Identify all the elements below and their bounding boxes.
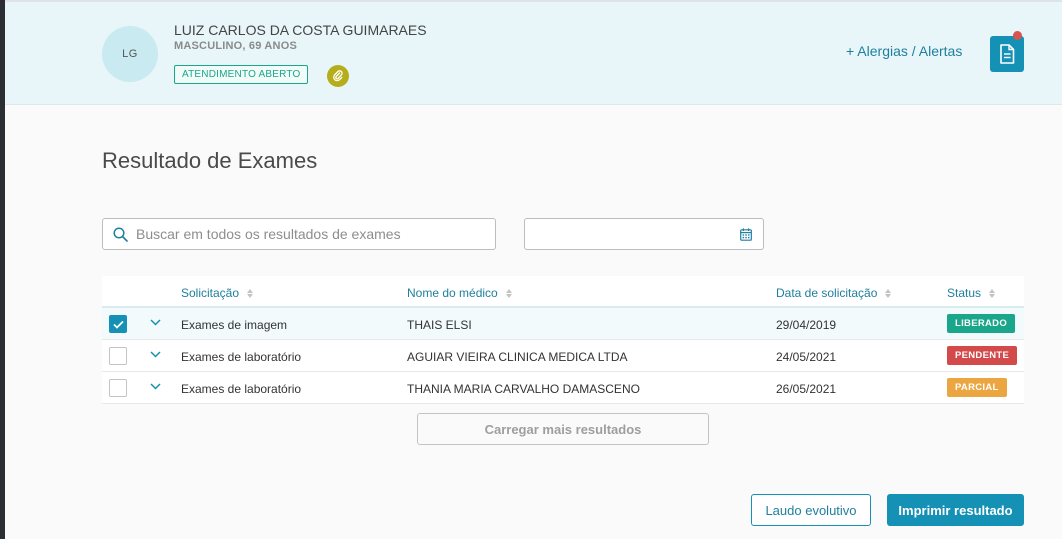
results-table: Solicitação Nome do médico Data de solic… (102, 276, 1024, 404)
status-badge-parcial: PARCIAL (947, 378, 1007, 397)
patient-info: MASCULINO, 69 ANOS (174, 40, 297, 52)
table-row[interactable]: Exames de imagem THAIS ELSI 29/04/2019 L… (102, 308, 1024, 340)
column-label: Data de solicitação (776, 286, 878, 300)
cell-data: 29/04/2019 (776, 318, 837, 332)
column-solicitacao[interactable]: Solicitação (181, 286, 254, 300)
chevron-down-icon[interactable] (150, 351, 161, 358)
cell-solicitacao: Exames de laboratório (181, 382, 302, 396)
status-badge-pendente: PENDENTE (947, 346, 1018, 365)
column-label: Nome do médico (407, 286, 498, 300)
search-icon (113, 226, 128, 242)
column-status[interactable]: Status (947, 286, 996, 300)
sort-icon (989, 288, 996, 298)
cell-medico: THAIS ELSI (407, 318, 472, 332)
document-button[interactable] (990, 36, 1024, 72)
allergies-alerts-link[interactable]: + Alergias / Alertas (846, 43, 962, 59)
search-box[interactable] (102, 218, 496, 250)
table-header: Solicitação Nome do médico Data de solic… (102, 276, 1024, 308)
column-medico[interactable]: Nome do médico (407, 286, 512, 300)
row-checkbox[interactable] (109, 379, 127, 397)
cell-medico: THANIA MARIA CARVALHO DAMASCENO (407, 382, 640, 396)
patient-header: LG LUIZ CARLOS DA COSTA GUIMARAES MASCUL… (5, 2, 1062, 105)
patient-name: LUIZ CARLOS DA COSTA GUIMARAES (174, 22, 427, 38)
checkmark-icon (112, 320, 124, 329)
date-filter-input[interactable] (524, 218, 764, 250)
notification-dot (1013, 31, 1022, 40)
row-checkbox[interactable] (109, 347, 127, 365)
cell-data: 24/05/2021 (776, 350, 837, 364)
table-row[interactable]: Exames de laboratório AGUIAR VIEIRA CLIN… (102, 340, 1024, 372)
column-label: Solicitação (181, 286, 240, 300)
cell-solicitacao: Exames de laboratório (181, 350, 302, 364)
sort-icon (247, 288, 254, 298)
avatar: LG (102, 26, 158, 82)
calendar-icon[interactable] (740, 228, 752, 241)
avatar-initials: LG (122, 48, 138, 60)
chevron-down-icon[interactable] (150, 319, 161, 326)
sort-icon (505, 288, 512, 298)
paperclip-icon[interactable] (327, 65, 349, 87)
table-row[interactable]: Exames de laboratório THANIA MARIA CARVA… (102, 372, 1024, 404)
document-icon (1000, 44, 1015, 64)
page-title: Resultado de Exames (102, 148, 318, 173)
sort-icon (885, 288, 892, 298)
row-checkbox[interactable] (109, 315, 127, 333)
status-badge-liberado: LIBERADO (947, 314, 1016, 333)
cell-medico: AGUIAR VIEIRA CLINICA MEDICA LTDA (407, 350, 628, 364)
cell-solicitacao: Exames de imagem (181, 318, 288, 332)
load-more-button[interactable]: Carregar mais resultados (417, 413, 709, 445)
column-data[interactable]: Data de solicitação (776, 286, 892, 300)
chevron-down-icon[interactable] (150, 383, 161, 390)
cell-data: 26/05/2021 (776, 382, 837, 396)
status-badge: ATENDIMENTO ABERTO (174, 65, 309, 84)
column-label: Status (947, 286, 982, 300)
laudo-evolutivo-button[interactable]: Laudo evolutivo (751, 494, 871, 526)
search-input[interactable] (136, 226, 476, 242)
print-result-button[interactable]: Imprimir resultado (887, 494, 1024, 526)
